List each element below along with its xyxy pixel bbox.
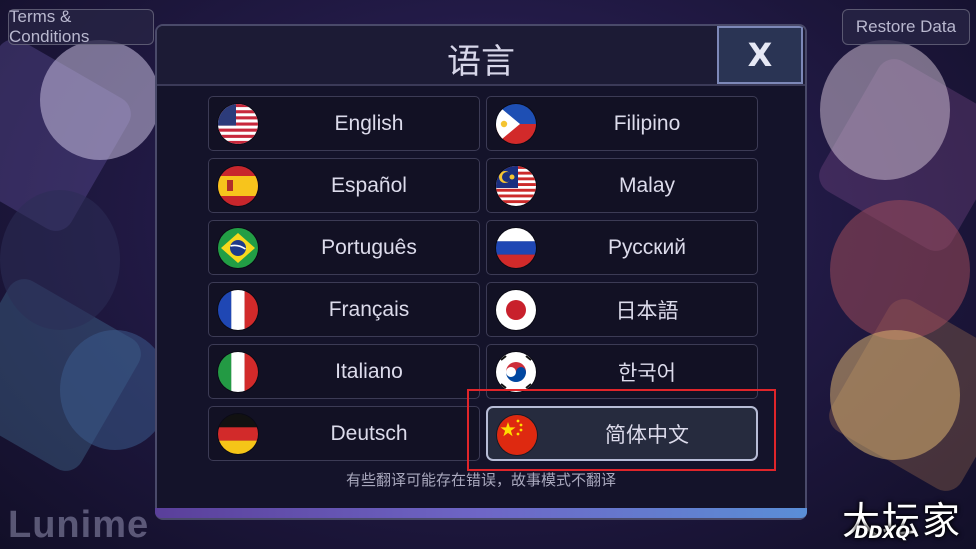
ph-flag-icon	[496, 104, 536, 144]
jp-flag-icon	[496, 290, 536, 330]
language-label: Español	[331, 173, 407, 197]
language-option-filipino[interactable]: Filipino	[486, 96, 758, 151]
language-label: Deutsch	[330, 421, 408, 445]
my-flag-icon	[496, 166, 536, 206]
background-art	[830, 330, 960, 460]
language-label: 日本語	[615, 299, 679, 323]
background-art	[40, 40, 160, 160]
language-option-malay[interactable]: Malay	[486, 158, 758, 213]
watermark-subtext: DDXQ	[854, 523, 910, 543]
kr-flag-icon	[496, 352, 536, 392]
dialog-header: 语言 X	[157, 26, 805, 86]
language-option-italian[interactable]: Italiano	[208, 344, 480, 399]
dialog-title: 语言	[447, 42, 515, 82]
restore-data-button[interactable]: Restore Data	[842, 9, 970, 45]
it-flag-icon	[218, 352, 258, 392]
es-flag-icon	[218, 166, 258, 206]
terms-conditions-button[interactable]: Terms & Conditions	[8, 7, 154, 46]
background-art	[0, 190, 120, 330]
language-label: Русский	[608, 235, 686, 259]
brand-logo: Lunime	[8, 504, 150, 546]
language-label: Français	[328, 297, 410, 321]
watermark-logo: 大坛家 DDXQ	[842, 490, 962, 545]
language-label: Italiano	[335, 359, 403, 383]
language-label: Malay	[618, 173, 676, 197]
background-art	[60, 330, 170, 450]
language-label: Filipino	[613, 111, 681, 135]
language-option-spanish[interactable]: Español	[208, 158, 480, 213]
br-flag-icon	[218, 228, 258, 268]
us-flag-icon	[218, 104, 258, 144]
background-art	[830, 200, 970, 340]
dialog-bottom-bar	[155, 508, 807, 518]
language-option-french[interactable]: Français	[208, 282, 480, 337]
de-flag-icon	[218, 414, 258, 454]
highlight-annotation	[467, 389, 776, 471]
ru-flag-icon	[496, 228, 536, 268]
language-label: English	[334, 111, 404, 135]
translation-note: 有些翻译可能存在错误，故事模式不翻译	[345, 471, 616, 489]
language-option-german[interactable]: Deutsch	[208, 406, 480, 461]
language-option-japanese[interactable]: 日本語	[486, 282, 758, 337]
language-label: Português	[321, 235, 417, 259]
language-option-portuguese[interactable]: Português	[208, 220, 480, 275]
language-option-russian[interactable]: Русский	[486, 220, 758, 275]
language-option-english[interactable]: English	[208, 96, 480, 151]
close-icon: X	[747, 36, 773, 74]
background-art	[820, 40, 950, 180]
close-button[interactable]: X	[717, 26, 803, 84]
fr-flag-icon	[218, 290, 258, 330]
